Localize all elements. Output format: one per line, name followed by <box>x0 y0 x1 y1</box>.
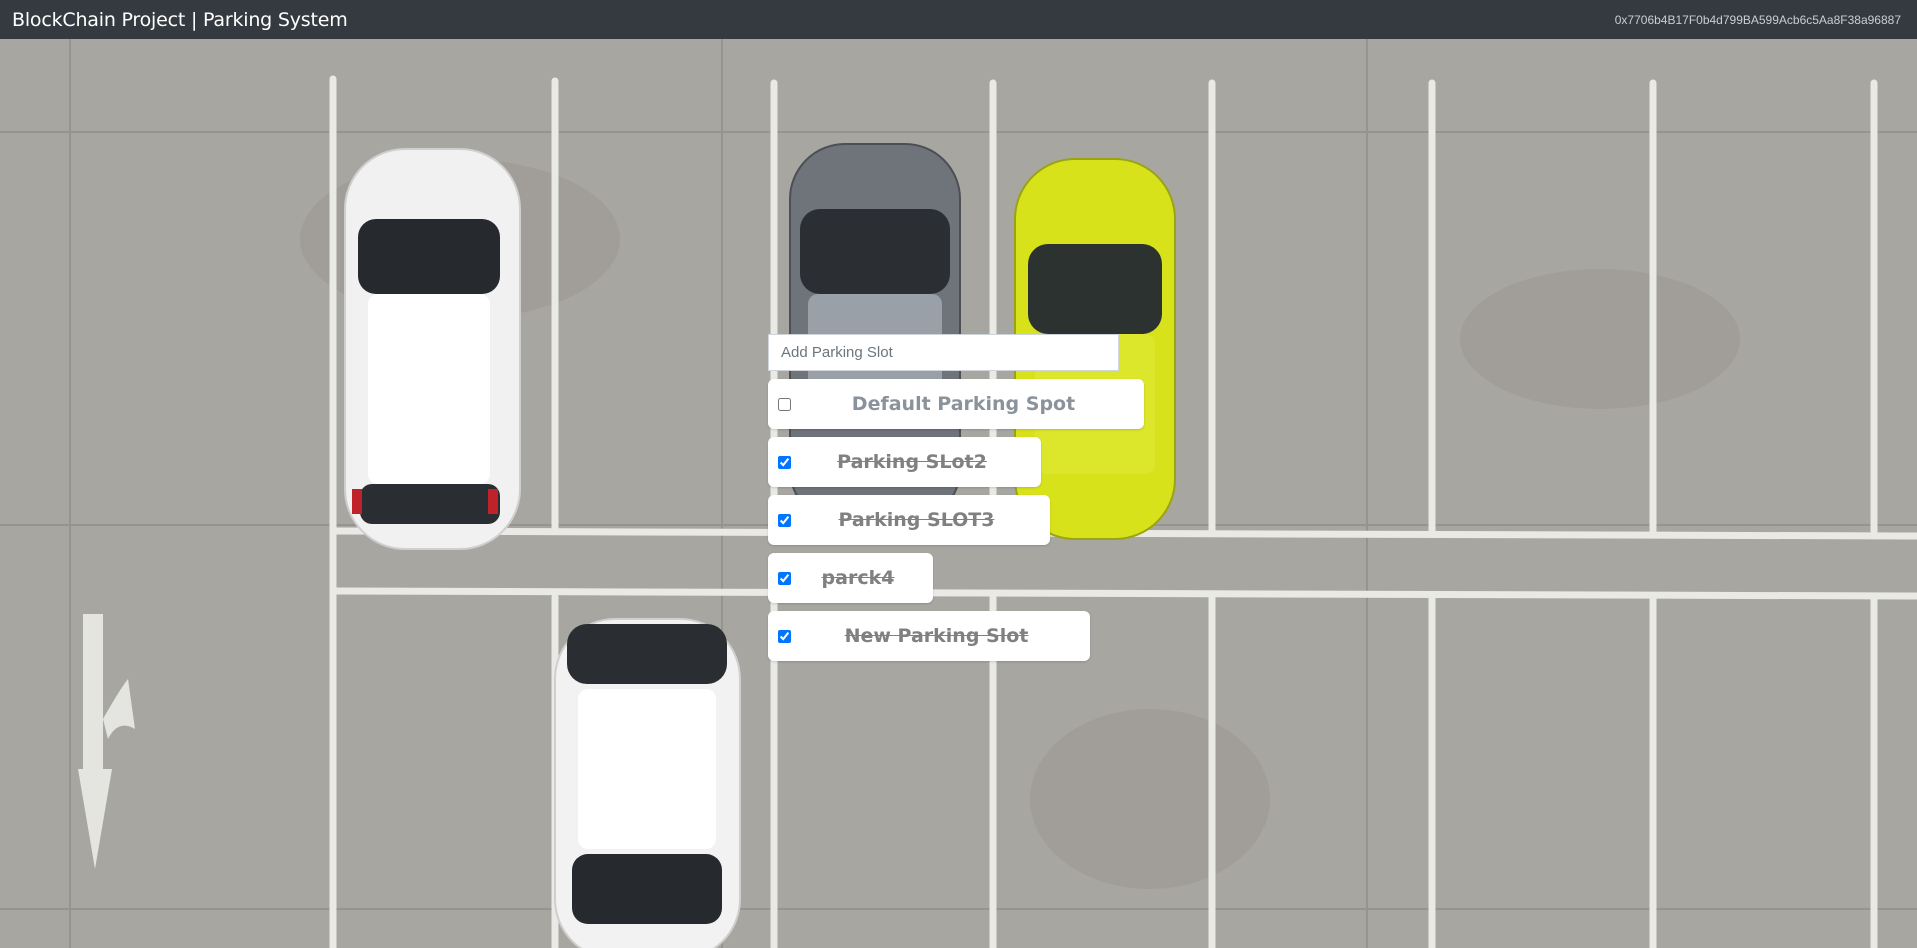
parking-slot-item[interactable]: Parking SLOT3 <box>768 495 1050 545</box>
navbar: BlockChain Project | Parking System 0x77… <box>0 0 1917 39</box>
car-white-2-icon <box>554 618 741 948</box>
car-white-1-icon <box>344 148 521 550</box>
app-title[interactable]: BlockChain Project | Parking System <box>12 9 348 31</box>
slot-label: New Parking Slot <box>844 625 1029 647</box>
parking-panel: Default Parking Spot Parking SLot2 Parki… <box>768 334 1144 669</box>
slot-label: parck4 <box>821 567 895 589</box>
parking-slot-item[interactable]: Parking SLot2 <box>768 437 1041 487</box>
slot-checkbox[interactable] <box>778 397 791 411</box>
slot-checkbox[interactable] <box>778 513 791 527</box>
slot-checkbox[interactable] <box>778 571 791 585</box>
slot-label: Default Parking Spot <box>851 393 1076 415</box>
slot-checkbox[interactable] <box>778 629 791 643</box>
parking-slot-item[interactable]: parck4 <box>768 553 933 603</box>
slot-label: Parking SLOT3 <box>838 509 995 531</box>
add-parking-slot-input[interactable] <box>768 334 1119 371</box>
parking-slot-item[interactable]: New Parking Slot <box>768 611 1090 661</box>
parking-slot-item[interactable]: Default Parking Spot <box>768 379 1144 429</box>
slot-label: Parking SLot2 <box>837 451 987 473</box>
slot-checkbox[interactable] <box>778 455 791 469</box>
account-address: 0x7706b4B17F0b4d799BA599Acb6c5Aa8F38a968… <box>1614 12 1901 27</box>
road-arrow-icon <box>78 614 135 869</box>
